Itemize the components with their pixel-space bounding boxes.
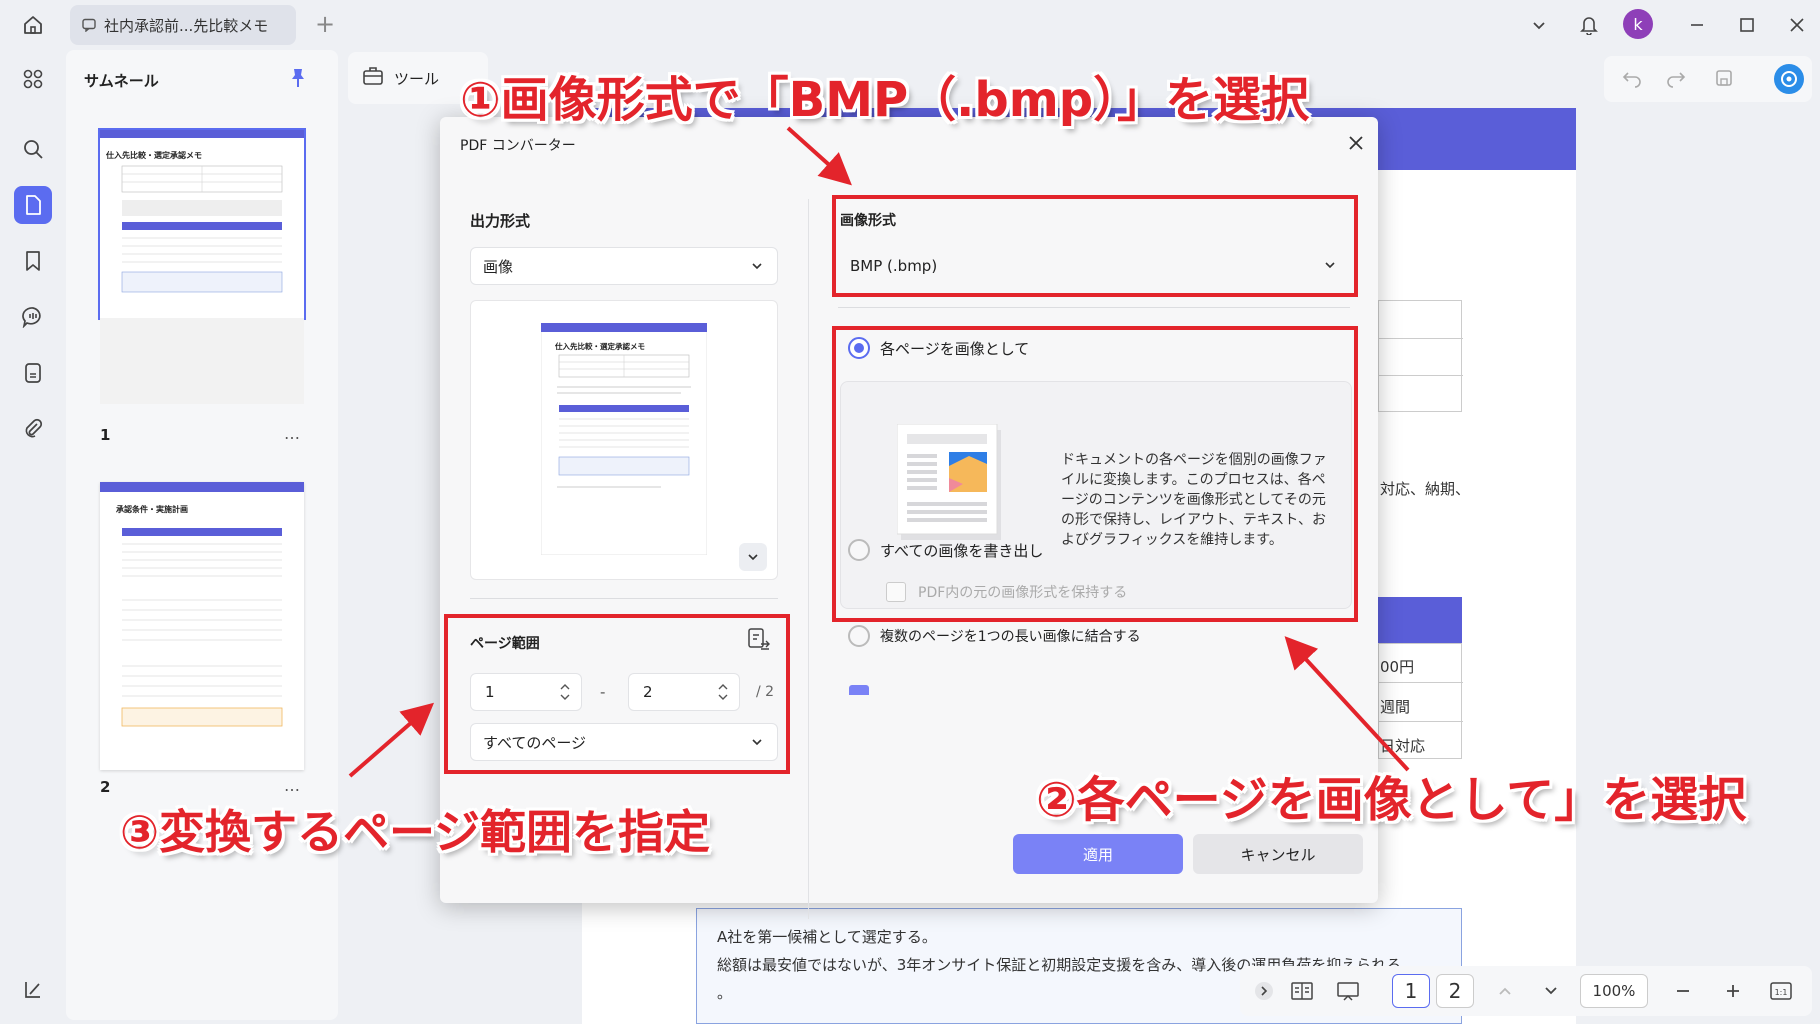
zoom-in-icon[interactable] — [1718, 974, 1748, 1008]
thumbnail-more-2[interactable]: … — [284, 776, 301, 795]
redo-icon[interactable] — [1666, 68, 1686, 92]
doc-cell-2: 週間 — [1380, 698, 1411, 716]
home-icon[interactable] — [18, 10, 48, 40]
presentation-icon[interactable] — [1330, 974, 1366, 1008]
paperclip-icon[interactable] — [14, 410, 52, 448]
left-divider — [470, 598, 778, 599]
bottom-navigation-bar: 1 2 100% 1:1 — [1240, 966, 1812, 1016]
reading-mode-icon[interactable] — [1284, 974, 1320, 1008]
toolbox-icon — [362, 65, 384, 91]
maximize-icon[interactable] — [1732, 10, 1762, 40]
doc-snippet: 対応、納期、 — [1380, 480, 1471, 498]
output-format-value: 画像 — [483, 257, 514, 276]
annotation-step-2: ②各ページを画像として」を選択 — [1036, 772, 1747, 828]
page-preview: 仕入先比較・選定承認メモ — [470, 300, 778, 580]
svg-text:1:1: 1:1 — [1775, 988, 1788, 997]
chevron-down-icon — [752, 263, 762, 270]
zoom-level[interactable]: 100% — [1580, 974, 1648, 1008]
comment-icon — [80, 16, 98, 34]
undo-icon[interactable] — [1622, 68, 1642, 92]
tab-title: 社内承認前...先比較メモ — [104, 16, 269, 35]
column-divider — [808, 199, 809, 919]
bell-icon[interactable] — [1574, 10, 1604, 40]
option-combine[interactable]: 複数のページを1つの長い画像に結合する — [848, 625, 1141, 647]
chevron-down-icon[interactable] — [1524, 10, 1554, 40]
save-icon[interactable] — [1714, 68, 1734, 92]
highlight-each-page-option — [832, 326, 1358, 622]
thumbnail-number-1: 1 — [100, 426, 111, 444]
close-icon[interactable] — [1344, 131, 1368, 155]
doc-cell-3: 日対応 — [1380, 737, 1426, 755]
grid-icon[interactable] — [14, 60, 52, 98]
new-tab-button[interactable]: + — [312, 11, 338, 37]
thumbnail-number-2: 2 — [100, 778, 111, 796]
svg-text:仕入先比較・選定承認メモ: 仕入先比較・選定承認メモ — [105, 150, 202, 160]
partial-checkbox[interactable] — [849, 685, 869, 695]
preview-page-image: 仕入先比較・選定承認メモ — [541, 323, 707, 555]
next-page-icon[interactable] — [1536, 974, 1566, 1008]
preview-expand-icon[interactable] — [739, 543, 767, 571]
doc-cell-1: 00円 — [1380, 658, 1415, 676]
dialog-title: PDF コンバーター — [460, 138, 576, 154]
avatar[interactable]: k — [1623, 9, 1653, 39]
radio-unselected[interactable] — [848, 625, 870, 647]
thumbnail-page-1[interactable]: 仕入先比較・選定承認メモ — [98, 128, 306, 320]
cancel-button[interactable]: キャンセル — [1193, 834, 1363, 874]
page-2-button[interactable]: 2 — [1436, 974, 1474, 1008]
zoom-out-icon[interactable] — [1668, 974, 1698, 1008]
right-toolbar — [1604, 56, 1812, 102]
annotation-step-1: ①画像形式で「BMP（.bmp）」を選択 — [460, 72, 1310, 128]
thumbnail-panel: サムネール 仕入先比較・選定承認メモ 1 … 承認条件・実施計画 2 … — [66, 50, 338, 1020]
ai-assistant-icon[interactable] — [1774, 64, 1804, 94]
bookmark-icon[interactable] — [14, 242, 52, 280]
comment-panel-icon[interactable] — [14, 298, 52, 336]
output-format-select[interactable]: 画像 — [470, 247, 778, 285]
tools-label: ツール — [394, 69, 440, 88]
thumbnail-page-2[interactable]: 承認条件・実施計画 — [100, 482, 304, 770]
minimize-icon[interactable] — [1682, 10, 1712, 40]
thumbnail-panel-title: サムネール — [84, 72, 159, 90]
attachment-doc-icon[interactable] — [14, 354, 52, 392]
thumbnail-more-1[interactable]: … — [284, 424, 301, 443]
apply-button[interactable]: 適用 — [1013, 834, 1183, 874]
annotation-step-3: ③変換するページ範囲を指定 — [120, 805, 711, 859]
collapse-arrow-icon[interactable] — [1250, 974, 1278, 1008]
close-window-icon[interactable] — [1782, 10, 1812, 40]
option-combine-label: 複数のページを1つの長い画像に結合する — [880, 629, 1141, 645]
right-divider — [838, 307, 1350, 308]
output-format-label: 出力形式 — [470, 212, 531, 230]
left-icon-rail — [0, 50, 66, 1024]
thumbnail-page-1-shade — [100, 318, 304, 404]
svg-text:承認条件・実施計画: 承認条件・実施計画 — [116, 504, 188, 514]
doc-note-line-1: A社を第一候補として選定する。 — [717, 928, 937, 946]
prev-page-icon[interactable] — [1490, 974, 1520, 1008]
svg-text:仕入先比較・選定承認メモ: 仕入先比較・選定承認メモ — [554, 341, 645, 351]
highlight-page-range — [444, 614, 790, 774]
document-tab[interactable]: 社内承認前...先比較メモ — [70, 5, 296, 45]
bg-table-header — [1378, 597, 1462, 643]
page-1-button[interactable]: 1 — [1392, 974, 1430, 1008]
highlight-image-format — [832, 195, 1358, 297]
pin-icon[interactable] — [286, 66, 310, 90]
pages-icon[interactable] — [14, 186, 52, 224]
search-icon[interactable] — [14, 130, 52, 168]
bg-table-top — [1378, 300, 1463, 412]
title-bar: 社内承認前...先比較メモ + k — [0, 0, 1820, 50]
actual-size-icon[interactable]: 1:1 — [1766, 974, 1796, 1008]
sidebar-toggle-icon[interactable] — [14, 970, 52, 1008]
